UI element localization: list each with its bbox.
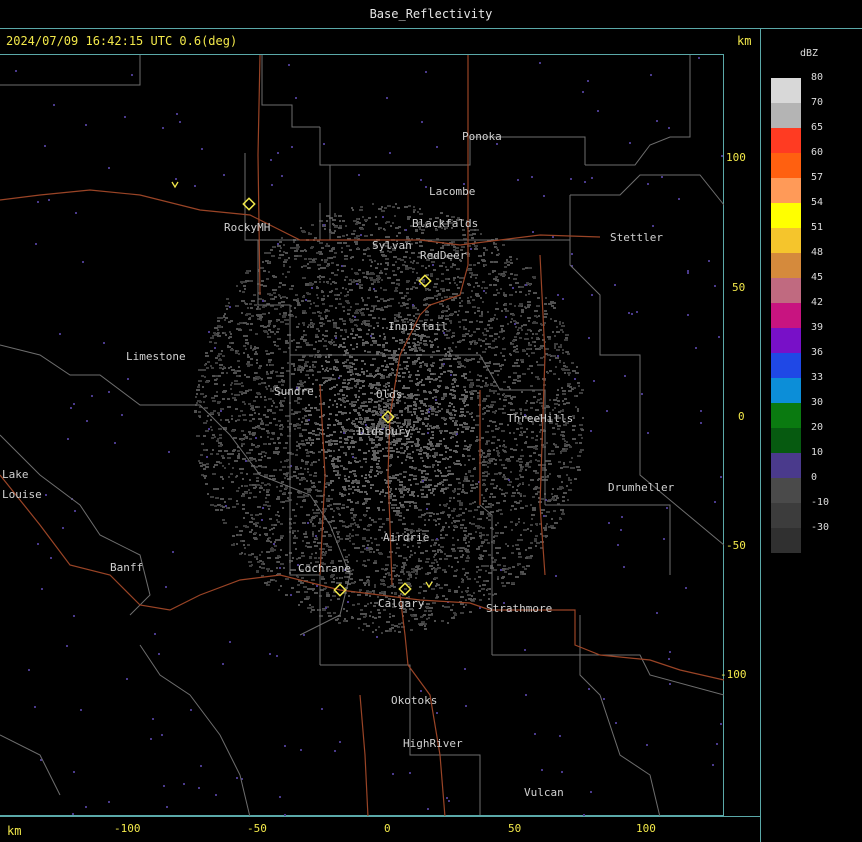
- city-olds: Olds: [376, 388, 403, 401]
- legend-swatch: [771, 378, 801, 403]
- legend-label: 42: [811, 297, 824, 308]
- y-tick-label: 50: [732, 281, 746, 294]
- legend-swatch: [771, 453, 801, 478]
- y-tick-label: 100: [726, 151, 746, 164]
- legend-swatch: [771, 503, 801, 528]
- city-highriver: HighRiver: [403, 737, 463, 750]
- city-innisfail: Innisfail: [388, 320, 448, 333]
- city-blackfalds: Blackfalds: [412, 217, 479, 230]
- city-strathmore: Strathmore: [486, 602, 553, 615]
- legend-label: 60: [811, 147, 824, 158]
- city-limestone: Limestone: [126, 350, 186, 363]
- city-didsbury: Didsbury: [358, 425, 411, 438]
- city-cochrane: Cochrane: [298, 562, 351, 575]
- x-tick-label: -50: [247, 822, 267, 835]
- legend-swatch: [771, 528, 801, 553]
- legend-swatch: [771, 478, 801, 503]
- legend-swatch: [771, 328, 801, 353]
- legend-label: 10: [811, 447, 824, 458]
- legend-label: 54: [811, 197, 824, 208]
- legend-label: 57: [811, 172, 824, 183]
- legend-swatch: [771, 428, 801, 453]
- window-title: Base_Reflectivity: [369, 7, 493, 21]
- x-axis-unit: km: [7, 824, 22, 838]
- legend-label: 39: [811, 322, 824, 333]
- legend-label: -30: [811, 522, 830, 533]
- legend-swatch: [771, 128, 801, 153]
- city-calgary: Calgary: [378, 597, 425, 610]
- legend-label: 48: [811, 247, 824, 258]
- vee-marker: [171, 181, 179, 189]
- legend-label: 30: [811, 397, 824, 408]
- city-sundre: Sundre: [274, 385, 314, 398]
- x-tick-label: 0: [384, 822, 391, 835]
- title-bar: Base_Reflectivity: [0, 0, 862, 29]
- city-airdrie: Airdrie: [383, 531, 430, 544]
- city-rockymh: RockyMH: [224, 221, 271, 234]
- legend-label: 65: [811, 122, 824, 133]
- legend-swatch: [771, 403, 801, 428]
- legend-divider: [760, 28, 761, 842]
- y-tick-label: -50: [726, 539, 746, 552]
- legend-swatch: [771, 203, 801, 228]
- axis-divider: [0, 816, 760, 817]
- city-vulcan: Vulcan: [524, 786, 564, 799]
- legend-swatch: [771, 303, 801, 328]
- city-stettler: Stettler: [610, 231, 663, 244]
- legend-label: -10: [811, 497, 830, 508]
- legend-label: 36: [811, 347, 824, 358]
- legend-label: 45: [811, 272, 824, 283]
- city-lake: Lake: [2, 468, 29, 481]
- legend-title: dBZ: [800, 48, 819, 59]
- legend-label: 51: [811, 222, 824, 233]
- scan-timestamp: 2024/07/09 16:42:15 UTC 0.6(deg): [6, 34, 238, 48]
- legend-swatch: [771, 278, 801, 303]
- city-okotoks: Okotoks: [391, 694, 438, 707]
- legend-swatch: [771, 253, 801, 278]
- x-tick-label: 50: [508, 822, 522, 835]
- city-threehills: ThreeHills: [507, 412, 574, 425]
- city-lacombe: Lacombe: [429, 185, 476, 198]
- legend-label: 33: [811, 372, 824, 383]
- city-drumheller: Drumheller: [608, 481, 675, 494]
- vee-marker: [425, 581, 433, 589]
- legend-swatch: [771, 353, 801, 378]
- legend-swatch: [771, 153, 801, 178]
- legend-label: 0: [811, 472, 818, 483]
- legend-label: 20: [811, 422, 824, 433]
- x-tick-label: 100: [636, 822, 656, 835]
- legend-swatch: [771, 178, 801, 203]
- y-axis-unit: km: [737, 34, 752, 48]
- city-ponoka: Ponoka: [462, 130, 502, 143]
- legend-label: 70: [811, 97, 824, 108]
- legend-swatch: [771, 228, 801, 253]
- city-reddeer: RedDeer: [420, 249, 467, 262]
- y-tick-label: 0: [738, 410, 745, 423]
- y-tick-label: -100: [720, 668, 747, 681]
- x-tick-label: -100: [114, 822, 141, 835]
- legend-label: 80: [811, 72, 824, 83]
- city-banff: Banff: [110, 561, 144, 574]
- legend-swatch: [771, 103, 801, 128]
- city-louise: Louise: [2, 488, 42, 501]
- legend-swatch: [771, 78, 801, 103]
- city-sylvan: Sylvan: [372, 239, 412, 252]
